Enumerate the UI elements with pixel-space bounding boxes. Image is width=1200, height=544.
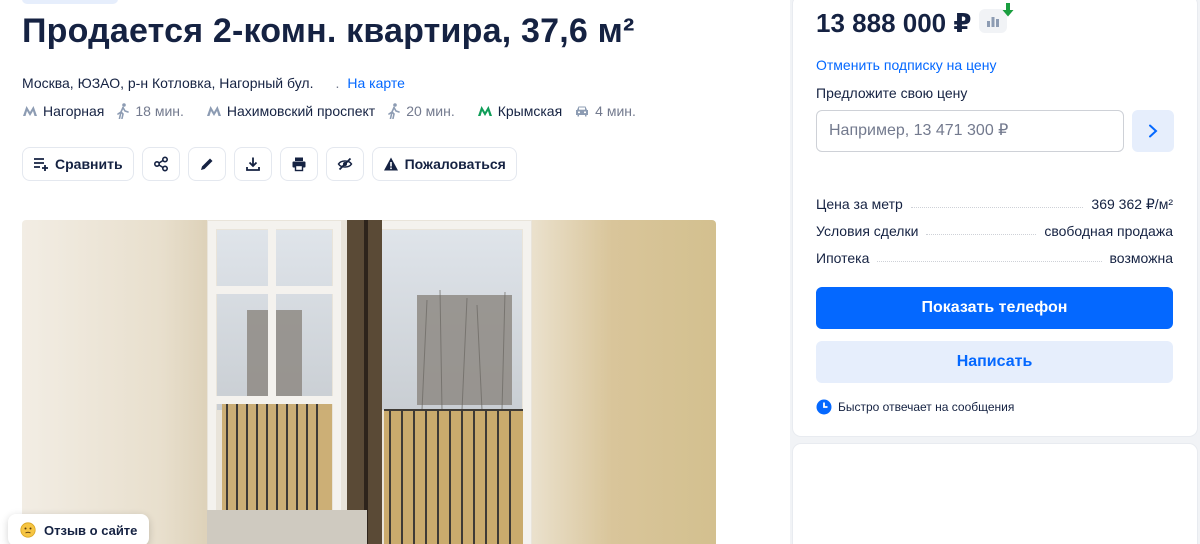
secondary-sidebar-card	[793, 444, 1197, 544]
param-leader	[877, 250, 1102, 262]
walk-icon	[388, 103, 400, 119]
compare-label: Сравнить	[55, 156, 123, 172]
param-key: Цена за метр	[816, 196, 907, 212]
hide-icon	[337, 157, 352, 171]
complain-button[interactable]: Пожаловаться	[371, 147, 517, 181]
download-button[interactable]	[233, 147, 272, 181]
unsubscribe-price-link[interactable]: Отменить подписку на цену	[816, 57, 996, 73]
metro-icon	[23, 106, 37, 116]
metro-list: Нагорная 18 мин. Нахимовский проспект 20…	[22, 101, 658, 121]
fast-reply-text: Быстро отвечает на сообщения	[838, 400, 1015, 414]
metro-station[interactable]: Крымская 4 мин.	[477, 103, 636, 119]
metro-station-time: 4 мин.	[595, 103, 636, 119]
clock-icon	[816, 399, 832, 415]
show-phone-button[interactable]: Показать телефон	[816, 287, 1173, 329]
site-review-label: Отзыв о сайте	[44, 522, 138, 538]
param-key: Условия сделки	[816, 223, 923, 239]
car-icon	[576, 106, 589, 117]
metro-icon	[206, 106, 221, 116]
param-value: свободная продажа	[1040, 223, 1173, 239]
metro-station-name: Нахимовский проспект	[226, 103, 376, 119]
compare-icon	[34, 158, 48, 171]
edit-icon	[200, 158, 213, 170]
metro-station[interactable]: Нагорная 18 мин.	[22, 103, 184, 119]
metro-station-time: 18 мин.	[135, 103, 184, 119]
address-separator: .	[335, 75, 340, 91]
listing-title: Продается 2-комн. квартира, 37,6 м²	[22, 12, 635, 50]
param-key: Ипотека	[816, 250, 874, 266]
print-icon	[292, 157, 306, 172]
share-button[interactable]	[141, 147, 180, 181]
param-leader	[926, 223, 1037, 235]
address-line: Москва, ЮЗАО, р-н Котловка, Нагорный бул…	[22, 75, 405, 91]
listing-main: Продается 2-комн. квартира, 37,6 м² Моск…	[0, 0, 790, 544]
listing-page: Продается 2-комн. квартира, 37,6 м² Моск…	[0, 0, 1200, 544]
metro-station-name: Крымская	[497, 103, 563, 119]
offer-price-input[interactable]	[816, 110, 1124, 152]
fast-reply-note: Быстро отвечает на сообщения	[816, 399, 1014, 415]
metro-station-time: 20 мин.	[406, 103, 455, 119]
print-button[interactable]	[279, 147, 318, 181]
chevron-right-icon	[1149, 124, 1158, 138]
download-icon	[245, 157, 260, 171]
offer-submit-button[interactable]	[1132, 110, 1174, 152]
site-review-badge[interactable]: Отзыв о сайте	[8, 514, 150, 544]
metro-station-name: Нагорная	[43, 103, 105, 119]
top-chip[interactable]	[22, 0, 118, 4]
offer-price-label: Предложите свою цену	[816, 85, 968, 101]
action-toolbar: Сравнить Пожаловаться	[22, 147, 517, 181]
warning-icon	[383, 157, 398, 171]
param-row: Цена за метр 369 362 ₽/м²	[816, 196, 1173, 223]
edit-button[interactable]	[187, 147, 226, 181]
metro-station[interactable]: Нахимовский проспект 20 мин.	[206, 103, 455, 119]
param-row: Условия сделки свободная продажа	[816, 223, 1173, 250]
address-text: Москва, ЮЗАО, р-н Котловка, Нагорный бул…	[22, 75, 314, 91]
price-drop-arrow-icon	[1002, 3, 1014, 17]
price: 13 888 000 ₽	[816, 8, 972, 38]
param-row: Ипотека возможна	[816, 250, 1173, 277]
write-message-button[interactable]: Написать	[816, 341, 1173, 383]
bar-chart-icon	[987, 17, 999, 27]
price-params: Цена за метр 369 362 ₽/м² Условия сделки…	[816, 196, 1173, 277]
walk-icon	[117, 103, 130, 119]
compare-button[interactable]: Сравнить	[22, 147, 134, 181]
listing-photo[interactable]	[22, 220, 716, 544]
share-icon	[153, 156, 168, 172]
param-leader	[910, 196, 1084, 208]
map-link[interactable]: На карте	[347, 75, 405, 91]
hide-button[interactable]	[325, 147, 364, 181]
complain-label: Пожаловаться	[404, 156, 506, 172]
thinking-face-icon	[20, 522, 36, 538]
photo-balcony-image	[207, 220, 532, 544]
param-value: возможна	[1105, 250, 1173, 266]
metro-icon	[477, 106, 492, 116]
param-value: 369 362 ₽/м²	[1087, 196, 1173, 213]
price-sidebar-card: 13 888 000 ₽ Отменить подписку на цену П…	[793, 0, 1197, 436]
